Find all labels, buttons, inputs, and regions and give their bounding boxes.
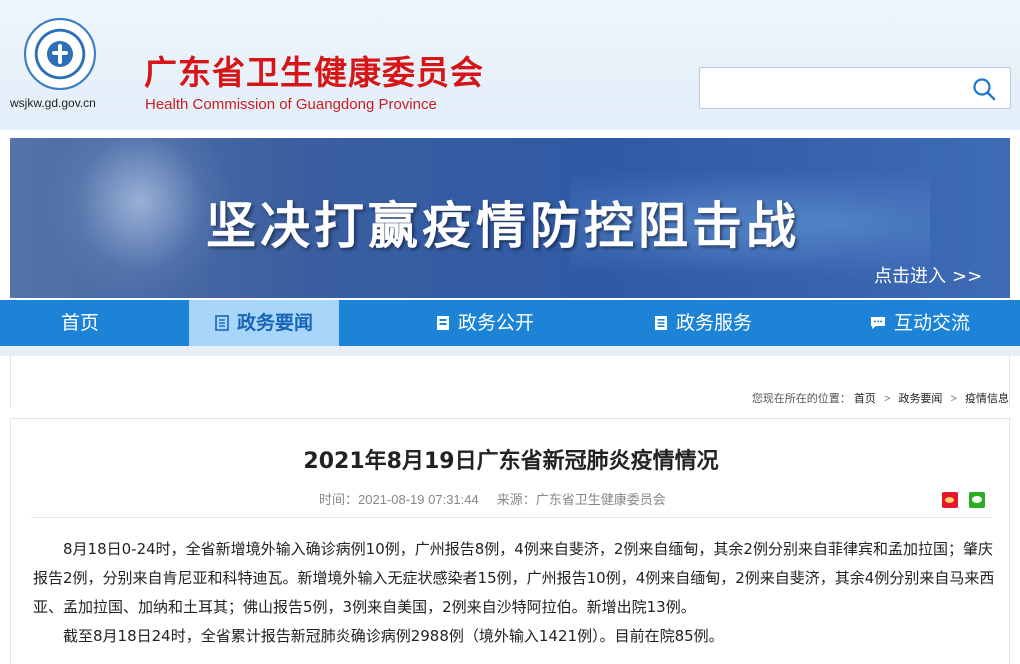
banner-title: 坚决打赢疫情防控阻击战 [206,197,800,255]
epidemic-banner[interactable]: 坚决打赢疫情防控阻击战 点击进入 >> [10,138,1010,298]
article-paragraph: 8月18日0-24时，全省新增境外输入确诊病例10例，广州报告8例，4例来自斐济… [33,540,995,616]
wechat-share-icon[interactable] [969,491,985,508]
publish-time: 2021-08-19 07:31:44 [358,492,479,507]
main-nav: 首页 政务要闻 政务公开 政务服务 互动交流 [0,300,1020,346]
time-label: 时间： [319,492,359,507]
list-icon [654,316,667,330]
nav-item-services[interactable]: 政务服务 [628,300,778,346]
search-box [699,67,1011,109]
document-icon [436,316,449,330]
nav-item-label: 政务公开 [457,312,534,334]
breadcrumb: 您现在所在的位置： 首页 > 政务要闻 > 疫情信息 [752,390,1009,406]
news-icon [215,315,229,331]
breadcrumb-separator: > [883,393,891,405]
breadcrumb-prefix: 您现在所在的位置： [751,393,851,405]
breadcrumb-news[interactable]: 政务要闻 [898,393,942,405]
nav-underline [0,346,1020,356]
nav-item-home[interactable]: 首页 [30,300,130,346]
site-domain: wsjkw.gd.gov.cn [10,96,96,110]
article-paragraph: 截至8月18日24时，全省累计报告新冠肺炎确诊病例2988例（境外输入1421例… [63,627,724,645]
banner-enter-label: 点击进入 [874,266,946,287]
breadcrumb-epidemic-info[interactable]: 疫情信息 [965,393,1009,405]
nav-item-interaction[interactable]: 互动交流 [845,300,995,346]
banner-enter-link[interactable]: 点击进入 >> [874,262,982,288]
nav-item-label: 互动交流 [893,312,970,334]
nav-item-open-government[interactable]: 政务公开 [410,300,560,346]
nav-item-news[interactable]: 政务要闻 [189,300,339,346]
site-header: wsjkw.gd.gov.cn 广东省卫生健康委员会 Health Commis… [0,0,1020,130]
banner-doctor-image [50,138,230,298]
article-container: 2021年8月19日广东省新冠肺炎疫情情况 时间：2021-08-19 07:3… [10,418,1010,664]
search-input[interactable] [708,76,958,102]
site-subtitle: Health Commission of Guangdong Province [145,96,437,113]
search-icon[interactable] [972,77,996,101]
site-title[interactable]: 广东省卫生健康委员会 [144,46,484,94]
nav-item-label: 政务要闻 [236,312,313,334]
article-source: 广东省卫生健康委员会 [535,492,666,507]
article-title: 2021年8月19日广东省新冠肺炎疫情情况 [303,449,719,474]
nav-item-label: 政务服务 [675,312,752,334]
commission-logo-icon[interactable] [24,18,96,90]
breadcrumb-bar: 您现在所在的位置： 首页 > 政务要闻 > 疫情信息 [10,356,1010,408]
chat-icon [870,317,885,329]
nav-item-label: 首页 [60,312,99,334]
article-divider [31,517,991,518]
breadcrumb-separator: > [950,393,957,405]
breadcrumb-home[interactable]: 首页 [854,393,876,405]
weibo-share-icon[interactable] [941,491,958,508]
double-chevron-icon: >> [952,266,983,287]
article-meta: 时间：2021-08-19 07:31:44 来源：广东省卫生健康委员会 [319,489,666,508]
logo-emblem [47,41,73,67]
share-buttons [936,489,985,508]
source-label: 来源： [496,492,536,507]
